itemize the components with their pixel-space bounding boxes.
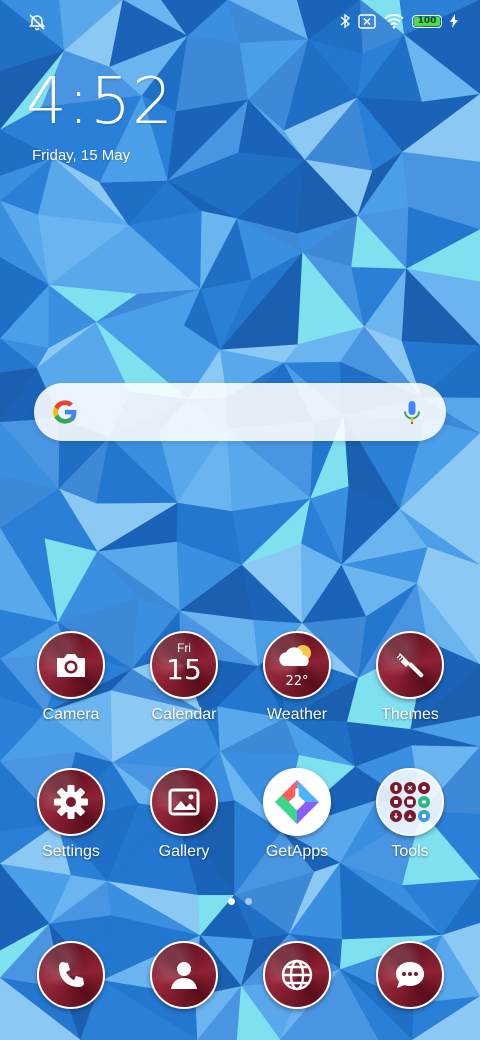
google-logo-icon [53, 400, 77, 424]
status-bar: 100 [0, 0, 480, 42]
microphone-icon[interactable] [398, 398, 426, 426]
date[interactable]: Friday, 15 May [32, 147, 130, 164]
bluetooth-icon [340, 13, 350, 29]
weather-temperature: 22° [285, 674, 309, 689]
folder-tools[interactable]: Tools [354, 768, 466, 862]
messages-icon [376, 941, 444, 1009]
app-label: Themes [381, 706, 439, 723]
calendar-date: 15 [166, 653, 202, 686]
battery-level: 100 [417, 15, 437, 26]
weather-icon: 22° [263, 631, 331, 699]
app-gallery[interactable]: Gallery [128, 768, 240, 862]
app-camera[interactable]: Camera [15, 631, 127, 725]
app-label: Gallery [158, 843, 210, 860]
app-themes[interactable]: Themes [354, 631, 466, 725]
dock-browser[interactable] [241, 941, 353, 1009]
contacts-icon [150, 941, 218, 1009]
gear-icon [37, 768, 105, 836]
page-indicator [0, 898, 480, 905]
calendar-icon: Fri 15 [150, 631, 218, 699]
paintbrush-icon [376, 631, 444, 699]
clock[interactable]: 4:52 [26, 70, 174, 134]
app-settings[interactable]: Settings [15, 768, 127, 862]
sim-off-icon [358, 13, 376, 29]
google-search-bar[interactable] [34, 383, 446, 441]
app-label: Weather [266, 706, 328, 723]
app-label: GetApps [265, 843, 329, 860]
alarm-off-icon [29, 14, 45, 31]
gallery-icon [150, 768, 218, 836]
dock-phone[interactable] [15, 941, 127, 1009]
camera-icon [37, 631, 105, 699]
app-label: Camera [42, 706, 100, 723]
wifi-icon [384, 14, 404, 29]
battery-indicator: 100 [412, 14, 442, 28]
folder-label: Tools [391, 843, 429, 860]
home-screen: 100 4:52 Friday, 15 May Camera Fri 15 Ca… [0, 0, 480, 1040]
page-dot [245, 898, 252, 905]
dock-contacts[interactable] [128, 941, 240, 1009]
page-dot-active [228, 898, 235, 905]
app-getapps[interactable]: GetApps [241, 768, 353, 862]
app-weather[interactable]: 22° Weather [241, 631, 353, 725]
app-label: Settings [42, 843, 100, 860]
tools-folder-icon [376, 768, 444, 836]
charging-icon [450, 14, 458, 28]
getapps-icon [263, 768, 331, 836]
browser-icon [263, 941, 331, 1009]
app-label: Calendar [151, 706, 217, 723]
app-calendar[interactable]: Fri 15 Calendar [128, 631, 240, 725]
phone-icon [37, 941, 105, 1009]
dock-messages[interactable] [354, 941, 466, 1009]
